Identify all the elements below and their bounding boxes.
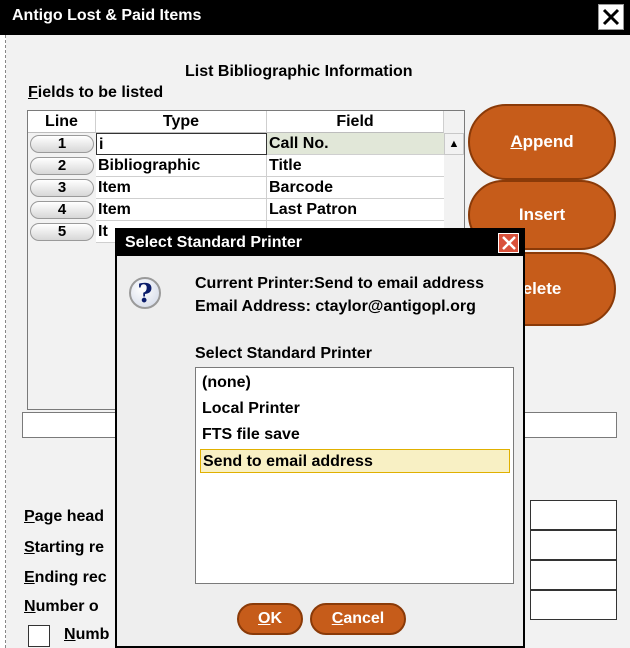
window-close-button[interactable]: [598, 4, 624, 30]
starting-record-label: Starting re: [24, 539, 104, 557]
number-checkbox-mnemonic: N: [64, 626, 76, 643]
ending-record-label: Ending rec: [24, 569, 107, 587]
scroll-up-button[interactable]: ▲: [444, 133, 464, 155]
cancel-mnemonic: C: [331, 610, 344, 627]
table-row[interactable]: 3 Item Barcode: [28, 177, 464, 199]
printer-option-local[interactable]: Local Printer: [200, 397, 510, 421]
chevron-up-icon: ▲: [448, 138, 460, 150]
line-number-button[interactable]: 5: [30, 223, 94, 241]
line-number-button[interactable]: 4: [30, 201, 94, 219]
fields-label-mnemonic: F: [28, 84, 38, 101]
table-row[interactable]: 1 i Call No.: [28, 133, 464, 155]
printer-option-none[interactable]: (none): [200, 371, 510, 395]
field-cell[interactable]: Last Patron: [267, 199, 444, 221]
column-header-type[interactable]: Type: [96, 111, 267, 133]
starting-record-text: tarting re: [34, 539, 105, 556]
ok-label: K: [270, 610, 282, 627]
table-row[interactable]: 2 Bibliographic Title: [28, 155, 464, 177]
dialog-title: Select Standard Printer: [125, 234, 302, 251]
line-number-button[interactable]: 3: [30, 179, 94, 197]
starting-record-mnemonic: S: [24, 539, 35, 556]
field-cell[interactable]: Call No.: [267, 133, 444, 155]
current-printer-text: Current Printer:Send to email address: [195, 275, 484, 292]
number-of-text: umber o: [35, 598, 99, 615]
window-title: Antigo Lost & Paid Items: [12, 7, 202, 24]
number-of-input[interactable]: [530, 590, 617, 620]
column-header-line[interactable]: Line: [28, 111, 96, 133]
printer-option-fts[interactable]: FTS file save: [200, 423, 510, 447]
cancel-button[interactable]: Cancel: [310, 603, 406, 635]
ok-button[interactable]: OK: [237, 603, 303, 635]
dialog-titlebar[interactable]: Select Standard Printer: [117, 230, 523, 256]
type-cell[interactable]: Item: [96, 199, 267, 221]
number-of-label: Number o: [24, 598, 99, 616]
append-mnemonic: A: [510, 132, 523, 151]
close-icon: [602, 8, 620, 26]
page-header-input[interactable]: [530, 500, 617, 530]
email-address-text: Email Address: ctaylor@antigopl.org: [195, 298, 476, 315]
field-cell[interactable]: Title: [267, 155, 444, 177]
field-cell[interactable]: Barcode: [267, 177, 444, 199]
column-header-field[interactable]: Field: [267, 111, 444, 133]
append-button[interactable]: Append: [468, 104, 616, 180]
cancel-label: ancel: [343, 610, 385, 627]
number-of-mnemonic: N: [24, 598, 36, 615]
starting-record-input[interactable]: [530, 530, 617, 560]
dialog-close-button[interactable]: [498, 233, 519, 253]
fields-label-text: ields to be listed: [37, 84, 164, 101]
window-titlebar[interactable]: Antigo Lost & Paid Items: [0, 0, 630, 35]
printer-list-heading: Select Standard Printer: [195, 345, 372, 362]
ending-record-input[interactable]: [530, 560, 617, 590]
page-header-mnemonic: P: [24, 508, 35, 525]
type-cell-input[interactable]: i: [96, 133, 267, 155]
number-checkbox-text: umb: [75, 626, 110, 643]
line-number-button[interactable]: 1: [30, 135, 94, 153]
printer-option-email[interactable]: Send to email address: [200, 449, 510, 473]
number-checkbox-label: Numb: [64, 626, 109, 644]
ending-record-text: nding rec: [34, 569, 107, 586]
list-heading: List Bibliographic Information: [185, 63, 413, 80]
line-number-button[interactable]: 2: [30, 157, 94, 175]
fields-label: Fields to be listed: [28, 84, 163, 102]
number-checkbox[interactable]: [28, 625, 50, 647]
append-label: ppend: [522, 132, 574, 151]
question-icon: ?: [129, 277, 161, 309]
ending-record-mnemonic: E: [24, 569, 35, 586]
type-cell[interactable]: Bibliographic: [96, 155, 267, 177]
page-header-text: age head: [34, 508, 105, 525]
printer-listbox[interactable]: (none) Local Printer FTS file save Send …: [195, 367, 514, 584]
type-cell[interactable]: Item: [96, 177, 267, 199]
window-left-border: [0, 35, 6, 648]
select-printer-dialog: Select Standard Printer ? Current Printe…: [115, 228, 525, 648]
page-header-label: Page head: [24, 508, 104, 526]
ok-mnemonic: O: [257, 610, 271, 627]
close-icon: [502, 236, 516, 250]
table-row[interactable]: 4 Item Last Patron: [28, 199, 464, 221]
